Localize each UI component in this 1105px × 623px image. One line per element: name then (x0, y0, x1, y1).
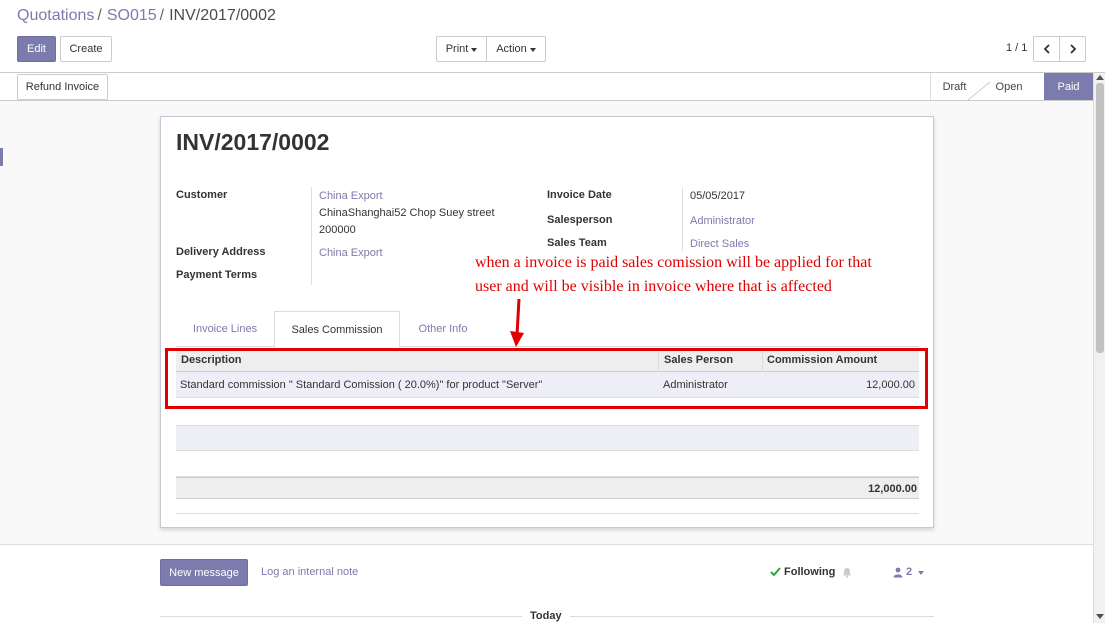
edit-button[interactable]: Edit (17, 36, 56, 62)
customer-link[interactable]: China Export (319, 190, 383, 202)
log-note-link[interactable]: Log an internal note (261, 566, 358, 578)
salesperson-label: Salesperson (547, 214, 613, 226)
pager-next-button[interactable] (1059, 36, 1086, 62)
annotation-text: when a invoice is paid sales comission w… (475, 251, 935, 299)
annotation-line2: user and will be visible in invoice wher… (475, 278, 832, 295)
delivery-address-label: Delivery Address (176, 246, 266, 258)
create-button[interactable]: Create (60, 36, 112, 62)
pager-previous-button[interactable] (1033, 36, 1060, 62)
pager-value[interactable]: 1 / 1 (1006, 42, 1027, 54)
left-indicator (0, 148, 3, 166)
bell-icon[interactable] (842, 567, 852, 578)
highlight-box (165, 348, 928, 409)
control-panel: Quotations / SO015/INV/2017/0002 Edit Crea… (0, 0, 1105, 73)
annotation-line1: when a invoice is paid sales comission w… (475, 254, 872, 271)
print-label: Print (445, 43, 469, 55)
tab-other-info[interactable]: Other Info (400, 311, 486, 347)
caret-down-icon (918, 571, 925, 575)
customer-address-line2: 200000 (319, 224, 356, 236)
table-footer: 12,000.00 (176, 477, 919, 499)
breadcrumb-so015[interactable]: SO015 (107, 7, 157, 24)
scroll-down-icon[interactable] (1096, 614, 1104, 620)
customer-label: Customer (176, 189, 228, 201)
action-label: Action (496, 43, 527, 55)
breadcrumb-separator: / (159, 7, 165, 24)
delivery-address-link[interactable]: China Export (319, 247, 383, 259)
new-message-button[interactable]: New message (160, 559, 248, 586)
user-icon (893, 567, 903, 577)
sales-team-label: Sales Team (547, 237, 607, 249)
salesperson-link[interactable]: Administrator (690, 215, 755, 227)
followers-dropdown[interactable]: 2 (893, 566, 925, 578)
notebook-tabs: Invoice Lines Sales Commission Other Inf… (176, 311, 919, 348)
empty-row (176, 451, 919, 477)
refund-invoice-button[interactable]: Refund Invoice (17, 74, 108, 100)
divider (311, 187, 312, 285)
customer-address-line1: ChinaShanghai52 Chop Suey street (319, 207, 495, 219)
tab-invoice-lines[interactable]: Invoice Lines (176, 311, 274, 347)
sales-team-link[interactable]: Direct Sales (690, 238, 749, 250)
invoice-title: INV/2017/0002 (176, 129, 330, 155)
print-dropdown[interactable]: Print (436, 36, 487, 62)
invoice-date-value: 05/05/2017 (690, 190, 746, 202)
divider (682, 187, 683, 251)
payment-terms-label: Payment Terms (176, 269, 258, 281)
following-label: Following (784, 566, 836, 578)
breadcrumb: Quotations / SO015/INV/2017/0002 (17, 7, 276, 25)
caret-down-icon (529, 48, 536, 52)
breadcrumb-quotations[interactable]: Quotations (17, 7, 94, 24)
action-dropdown[interactable]: Action (486, 36, 546, 62)
tab-sales-commission[interactable]: Sales Commission (274, 311, 400, 348)
divider (176, 513, 919, 514)
chatter: New message Log an internal note Followi… (0, 544, 1093, 623)
chevron-right-icon (1069, 44, 1076, 54)
scroll-up-icon[interactable] (1096, 74, 1104, 80)
breadcrumb-separator: / (97, 7, 102, 24)
statusbar: Refund Invoice Draft Open Paid (0, 73, 1093, 101)
today-separator: Today (522, 610, 570, 622)
empty-row (176, 425, 919, 451)
invoice-date-label: Invoice Date (547, 189, 612, 201)
check-icon (770, 567, 781, 577)
scrollbar-thumb[interactable] (1096, 83, 1104, 353)
chevron-left-icon (1043, 44, 1050, 54)
stage-paid: Paid (1044, 73, 1093, 100)
scrollbar[interactable] (1093, 73, 1105, 623)
caret-down-icon (471, 48, 478, 52)
invoice-sheet: INV/2017/0002 Customer China Export Chin… (160, 116, 934, 528)
arrow-down-icon (510, 298, 524, 347)
total-amount: 12,000.00 (868, 483, 917, 495)
followers-count: 2 (906, 566, 913, 578)
following-button[interactable]: Following (770, 566, 835, 578)
breadcrumb-current: INV/2017/0002 (169, 7, 276, 24)
stage-open: Open (995, 80, 1023, 93)
